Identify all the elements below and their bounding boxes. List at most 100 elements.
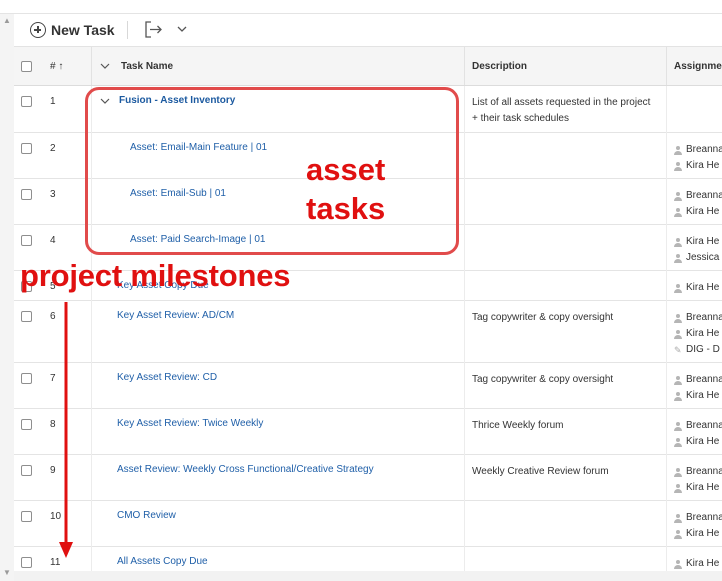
toolbar: New Task bbox=[14, 14, 722, 46]
assignee[interactable]: Breanna bbox=[674, 510, 722, 526]
assignee[interactable]: Kira He bbox=[674, 526, 722, 542]
person-icon bbox=[674, 207, 682, 217]
assignee-name: Breanna bbox=[686, 312, 722, 323]
chevron-down-icon bbox=[100, 63, 110, 69]
assignee[interactable]: Breanna bbox=[674, 142, 722, 158]
column-header-number[interactable]: # ↑ bbox=[50, 47, 63, 85]
person-icon bbox=[674, 145, 682, 155]
assignee[interactable]: Breanna bbox=[674, 372, 722, 388]
assignee[interactable]: Kira He bbox=[674, 480, 722, 496]
assignee[interactable]: Kira He bbox=[674, 234, 719, 250]
person-icon bbox=[674, 253, 682, 263]
assignee[interactable]: ✎ DIG - D bbox=[674, 342, 722, 358]
row-checkbox[interactable] bbox=[21, 373, 32, 384]
row-number: 6 bbox=[50, 311, 56, 322]
task-description: Weekly Creative Review forum bbox=[472, 466, 609, 477]
row-checkbox[interactable] bbox=[21, 143, 32, 154]
person-icon bbox=[674, 161, 682, 171]
assignee[interactable]: Jessica bbox=[674, 250, 719, 266]
row-checkbox[interactable] bbox=[21, 96, 32, 107]
assignments-cell: Breanna Kira He bbox=[674, 188, 722, 220]
task-name-link[interactable]: Key Asset Review: Twice Weekly bbox=[117, 418, 263, 429]
project-milestones-annotation: project milestones bbox=[20, 258, 291, 293]
table-row[interactable]: 6 Key Asset Review: AD/CM Tag copywriter &… bbox=[14, 301, 722, 363]
left-scroll-rail[interactable]: ▲ ▼ bbox=[0, 14, 15, 581]
column-header-assignments[interactable]: Assignmen bbox=[674, 47, 722, 85]
export-icon[interactable] bbox=[145, 21, 163, 38]
toolbar-divider bbox=[127, 21, 128, 39]
row-number: 4 bbox=[50, 235, 56, 246]
row-checkbox[interactable] bbox=[21, 189, 32, 200]
assignee-name: DIG - D bbox=[686, 344, 720, 355]
row-checkbox[interactable] bbox=[21, 311, 32, 322]
column-header-description[interactable]: Description bbox=[472, 47, 527, 85]
horizontal-scrollbar[interactable] bbox=[14, 571, 722, 581]
assignee[interactable]: Kira He bbox=[674, 326, 722, 342]
assignee-name: Kira He bbox=[686, 436, 720, 447]
scroll-down-icon[interactable]: ▼ bbox=[3, 568, 11, 577]
assignee-name: Kira He bbox=[686, 482, 720, 493]
task-name-link[interactable]: Asset Review: Weekly Cross Functional/Cr… bbox=[117, 464, 374, 475]
column-header-task-name[interactable]: Task Name bbox=[121, 47, 173, 85]
column-divider bbox=[666, 47, 667, 85]
column-divider bbox=[464, 86, 465, 581]
assignments-cell: Kira He Jessica bbox=[674, 234, 719, 266]
person-icon bbox=[674, 391, 682, 401]
assignments-cell: Breanna Kira He bbox=[674, 510, 722, 542]
assignments-cell: Breanna Kira He bbox=[674, 464, 722, 496]
assignee-name: Breanna bbox=[686, 512, 722, 523]
person-icon bbox=[674, 375, 682, 385]
table-row[interactable]: 10 CMO Review Breanna Kira He bbox=[14, 501, 722, 547]
task-name-link[interactable]: Key Asset Review: AD/CM bbox=[117, 310, 234, 321]
chevron-down-icon[interactable] bbox=[176, 23, 188, 35]
row-number: 8 bbox=[50, 419, 56, 430]
assignments-cell: Kira He bbox=[674, 556, 719, 572]
row-checkbox[interactable] bbox=[21, 557, 32, 568]
assignee[interactable]: Kira He bbox=[674, 280, 719, 296]
new-task-button[interactable]: New Task bbox=[30, 19, 115, 41]
assignee-name: Kira He bbox=[686, 206, 720, 217]
column-divider bbox=[91, 47, 92, 85]
assignee[interactable]: Breanna bbox=[674, 188, 722, 204]
row-number: 9 bbox=[50, 465, 56, 476]
person-icon bbox=[674, 437, 682, 447]
assignee[interactable]: Breanna bbox=[674, 464, 722, 480]
person-icon bbox=[674, 559, 682, 569]
assignee-name: Breanna bbox=[686, 144, 722, 155]
row-number: 2 bbox=[50, 143, 56, 154]
assignments-cell: Breanna Kira He bbox=[674, 418, 722, 450]
table-header: # ↑ Task Name Description Assignmen bbox=[14, 46, 722, 86]
assignee-name: Kira He bbox=[686, 390, 720, 401]
task-name-link[interactable]: CMO Review bbox=[117, 510, 176, 521]
table-row[interactable]: 8 Key Asset Review: Twice Weekly Thrice We… bbox=[14, 409, 722, 455]
task-name-link[interactable]: All Assets Copy Due bbox=[117, 556, 208, 567]
table-row[interactable]: 9 Asset Review: Weekly Cross Functional/C… bbox=[14, 455, 722, 501]
assignee[interactable]: Breanna bbox=[674, 310, 722, 326]
person-icon bbox=[674, 313, 682, 323]
collapse-all-chevron[interactable] bbox=[100, 47, 110, 85]
scroll-up-icon[interactable]: ▲ bbox=[3, 16, 11, 25]
assignee-name: Kira He bbox=[686, 558, 720, 569]
assignee[interactable]: Breanna bbox=[674, 418, 722, 434]
assignments-cell: Kira He bbox=[674, 280, 719, 296]
assignee-name: Kira He bbox=[686, 282, 720, 293]
assignee[interactable]: Kira He bbox=[674, 388, 722, 404]
assignee-name: Breanna bbox=[686, 420, 722, 431]
person-icon bbox=[674, 421, 682, 431]
row-checkbox[interactable] bbox=[21, 419, 32, 430]
down-arrow-annotation bbox=[59, 302, 73, 558]
row-checkbox[interactable] bbox=[21, 511, 32, 522]
row-checkbox[interactable] bbox=[21, 235, 32, 246]
assignee[interactable]: Kira He bbox=[674, 434, 722, 450]
plus-circle-icon bbox=[30, 22, 46, 38]
person-icon bbox=[674, 283, 682, 293]
person-icon bbox=[674, 483, 682, 493]
assignments-cell: Breanna Kira He bbox=[674, 142, 722, 174]
row-checkbox[interactable] bbox=[21, 465, 32, 476]
task-name-link[interactable]: Key Asset Review: CD bbox=[117, 372, 217, 383]
table-row[interactable]: 7 Key Asset Review: CD Tag copywriter & co… bbox=[14, 363, 722, 409]
select-all-checkbox[interactable] bbox=[21, 47, 32, 85]
assignee[interactable]: Kira He bbox=[674, 158, 722, 174]
assignee[interactable]: Kira He bbox=[674, 556, 719, 572]
assignee[interactable]: Kira He bbox=[674, 204, 722, 220]
